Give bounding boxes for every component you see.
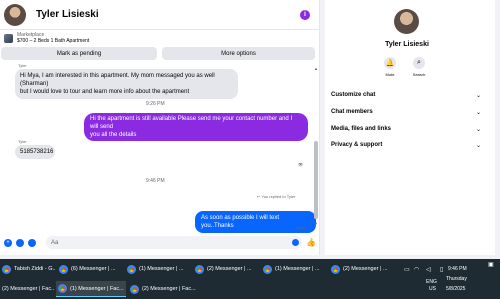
taskbar-window[interactable]: (6) Messenger | ...	[57, 261, 123, 277]
scroll-down-icon[interactable]: ▼	[314, 221, 318, 226]
sender-name: Tyler	[18, 139, 27, 144]
scroll-up-icon[interactable]: ▲	[314, 66, 318, 71]
taskbar-window-label: (2) Messenger | ...	[343, 266, 388, 272]
taskbar-window[interactable]: (2) Messenger | ...	[329, 261, 397, 277]
section-label: Privacy & support	[331, 142, 383, 148]
emoji-icon[interactable]	[292, 239, 299, 246]
chrome-icon	[59, 264, 68, 274]
chrome-icon	[331, 264, 340, 274]
message-line: Hi the apartment is still available Plea…	[90, 116, 293, 130]
message-line: but I would love to tour and learn more …	[20, 89, 190, 95]
section-customize-chat[interactable]: Customize chat ⌄	[331, 90, 481, 100]
wifi-icon[interactable]: ◠	[414, 266, 419, 273]
reply-note: ↩ You replied to Tyler	[257, 194, 296, 199]
incoming-message[interactable]: Hi Mya, I am interested in this apartmen…	[15, 69, 238, 99]
windows-taskbar: Tabish Ziddi - G... (6) Messenger | ... …	[0, 259, 500, 299]
chevron-down-icon: ⌄	[475, 109, 481, 116]
section-label: Chat members	[331, 109, 373, 115]
network-icon[interactable]: ▭	[404, 266, 410, 273]
message-composer: + Aa 👍	[0, 235, 320, 250]
marketplace-listing[interactable]: Marketplace $700 – 2 Beds 1 Bath Apartme…	[0, 30, 319, 46]
message-line: Hi Mya, I am interested in this apartmen…	[20, 73, 215, 87]
chrome-icon	[127, 264, 136, 274]
timestamp: 9:46 PM	[146, 178, 165, 184]
taskbar-window-label: (1) Messenger | ...	[275, 266, 320, 272]
message-scrollbar[interactable]: ▲ ▼	[314, 66, 318, 226]
chevron-down-icon: ⌄	[475, 142, 481, 149]
message-list: Tyler Hi Mya, I am interested in this ap…	[0, 61, 316, 233]
taskbar-window-label: (6) Messenger | ...	[71, 266, 116, 272]
taskbar-window-label: (1) Messenger | Fac...	[70, 285, 124, 292]
taskbar-window-active[interactable]: (1) Messenger | Fac...	[56, 281, 126, 297]
chrome-icon	[263, 264, 272, 274]
taskbar-window-label: Tabish Ziddi - G...	[14, 266, 55, 272]
profile-avatar[interactable]	[394, 9, 419, 34]
reply-note-text: You replied to Tyler	[261, 194, 296, 199]
search-icon: ⌕	[413, 57, 425, 69]
region-indicator: US	[429, 286, 436, 292]
mark-as-pending-button[interactable]: Mark as pending	[1, 47, 157, 60]
taskbar-window[interactable]: Tabish Ziddi - G...	[0, 261, 55, 277]
chrome-icon	[58, 284, 67, 293]
taskbar-window[interactable]: (2) Messenger | ...	[193, 261, 259, 277]
taskbar-window[interactable]: (1) Messenger | ...	[125, 261, 191, 277]
photo-icon[interactable]	[16, 238, 24, 247]
seen-indicator-icon: 👁	[298, 162, 304, 167]
search-button[interactable]: ⌕ Search	[409, 57, 429, 77]
clock-date[interactable]: 5/8/2025	[446, 286, 465, 292]
battery-icon[interactable]: ▯	[440, 266, 443, 273]
notification-icon[interactable]: ▣	[488, 261, 494, 268]
taskbar-window-label: (1) Messenger | ...	[139, 266, 184, 272]
chat-header: Tyler Lisieski i	[0, 0, 319, 30]
incoming-message[interactable]: 5185738216	[15, 145, 55, 159]
chat-contact-name[interactable]: Tyler Lisieski	[36, 9, 300, 20]
chrome-icon	[195, 264, 204, 274]
search-label: Search	[412, 72, 426, 77]
message-input[interactable]: Aa	[46, 236, 302, 249]
info-icon[interactable]: i	[300, 9, 310, 20]
outgoing-message[interactable]: Hi the apartment is still available Plea…	[84, 113, 308, 141]
info-panel: Tyler Lisieski 🔔 Mute ⌕ Search Customize…	[325, 0, 495, 255]
mute-button[interactable]: 🔔 Mute	[380, 57, 400, 77]
chevron-down-icon: ⌄	[475, 126, 481, 133]
chrome-icon	[130, 284, 139, 294]
sender-name: Tyler	[18, 63, 27, 68]
more-options-button[interactable]: More options	[162, 47, 315, 60]
timestamp: 9:26 PM	[146, 101, 165, 107]
message-line: you all the details	[90, 132, 137, 138]
system-tray: ▭ ◠ ◁ ENG US ▯ 9:46 PM Thursday 5/8/2025…	[400, 259, 500, 299]
chrome-icon	[2, 264, 11, 274]
message-status: Sent	[297, 225, 306, 230]
scrollbar-thumb[interactable]	[314, 141, 318, 219]
plus-icon[interactable]: +	[4, 238, 12, 247]
listing-title: $700 – 2 Beds 1 Bath Apartment	[17, 38, 90, 44]
listing-thumbnail	[4, 33, 13, 43]
clock-day[interactable]: Thursday	[446, 276, 467, 282]
sticker-icon[interactable]	[28, 238, 36, 247]
chevron-down-icon: ⌄	[475, 92, 481, 99]
taskbar-window-label: (2) Messenger | Fac...	[142, 286, 196, 292]
mute-label: Mute	[385, 72, 395, 77]
section-chat-members[interactable]: Chat members ⌄	[331, 107, 481, 117]
mute-bell-icon: 🔔	[384, 57, 396, 69]
like-icon[interactable]: 👍	[306, 238, 316, 247]
language-indicator[interactable]: ENG	[426, 279, 437, 285]
section-label: Media, files and links	[331, 126, 392, 132]
profile-name[interactable]: Tyler Lisieski	[325, 41, 489, 48]
section-media-files-links[interactable]: Media, files and links ⌄	[331, 124, 481, 134]
taskbar-window-label: (2) Messenger | Fac...	[2, 286, 54, 292]
chat-panel: Tyler Lisieski i Marketplace $700 – 2 Be…	[0, 0, 320, 255]
taskbar-window[interactable]: (2) Messenger | Fac...	[128, 281, 198, 297]
avatar[interactable]	[4, 3, 26, 26]
clock-time[interactable]: 9:46 PM	[448, 266, 467, 272]
taskbar-window-label: (2) Messenger | ...	[207, 266, 252, 272]
section-label: Customize chat	[331, 92, 376, 98]
message-input-placeholder: Aa	[51, 239, 59, 246]
listing-actions: Mark as pending More options	[0, 47, 320, 60]
section-privacy-support[interactable]: Privacy & support ⌄	[331, 140, 481, 150]
taskbar-window[interactable]: (1) Messenger | ...	[261, 261, 327, 277]
volume-icon[interactable]: ◁	[426, 266, 431, 273]
taskbar-window[interactable]: (2) Messenger | Fac...	[0, 281, 54, 297]
